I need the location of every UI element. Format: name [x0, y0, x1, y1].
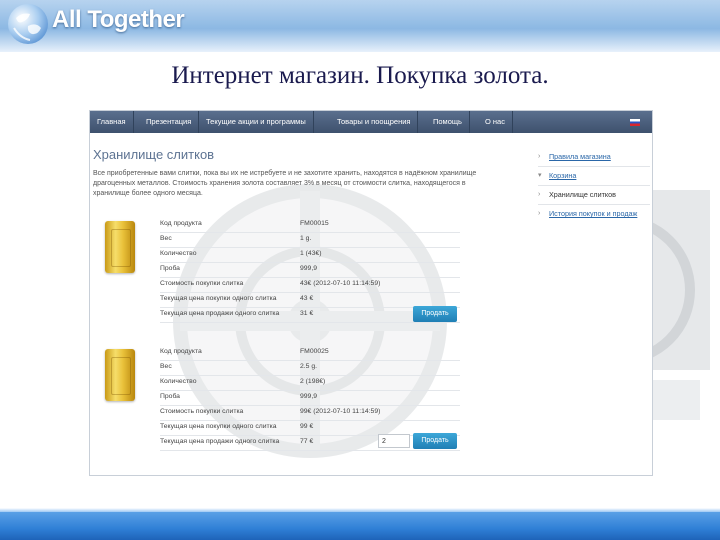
current-buy-price-label: Текущая цена покупки одного слитка	[160, 295, 277, 302]
purchase-cost-label: Стоимость покупки слитка	[160, 280, 244, 287]
intro-text: Все приобретенные вами слитки, пока вы и…	[93, 170, 477, 197]
current-sell-price-value: 77 €	[300, 438, 314, 445]
code-label: Код продукта	[160, 220, 202, 227]
slide-header: All Together	[0, 0, 720, 52]
shop-screenshot: Главная Презентация Текущие акции и прог…	[89, 110, 653, 476]
purity-label: Проба	[160, 393, 180, 400]
quantity-label: Количество	[160, 250, 197, 257]
page-heading: Хранилище слитков	[93, 147, 215, 162]
russian-flag-icon[interactable]	[630, 119, 640, 126]
current-buy-price-value: 43 €	[300, 295, 314, 302]
code-label: Код продукта	[160, 348, 202, 355]
sidebar-item-shop-rules[interactable]: › Правила магазина	[538, 149, 650, 165]
sidebar-item-history[interactable]: › История покупок и продаж	[538, 206, 650, 222]
purity-value: 999,9	[300, 393, 318, 400]
arrow-icon: ›	[538, 153, 541, 160]
sidebar-item-cart[interactable]: ▾ Корзина	[538, 168, 650, 184]
table-row: Количество 2 (198€)	[160, 376, 460, 391]
slide-title: Интернет магазин. Покупка золота.	[171, 62, 549, 89]
quantity-label: Количество	[160, 378, 197, 385]
nav-item-home[interactable]: Главная	[90, 111, 134, 133]
sidebar-item-label: История покупок и продаж	[549, 209, 638, 218]
globe-logo-icon	[8, 4, 48, 44]
sidebar-divider	[538, 204, 650, 205]
table-row: Стоимость покупки слитка 99€ (2012-07-10…	[160, 406, 460, 421]
nav-item-about[interactable]: О нас	[478, 111, 513, 133]
current-sell-price-label: Текущая цена продажи одного слитка	[160, 310, 280, 317]
quantity-input[interactable]: 2	[378, 434, 410, 448]
sidebar-item-vault[interactable]: › Хранилище слитков	[538, 187, 650, 203]
slide-footer-band	[0, 508, 720, 540]
quantity-value: 1 (43€)	[300, 250, 322, 257]
table-row: Вес 1 g.	[160, 233, 460, 248]
sidebar-item-label: Правила магазина	[549, 152, 611, 161]
table-row: Код продукта FM00025	[160, 346, 460, 361]
quantity-value: 2 (198€)	[300, 378, 326, 385]
table-row: Вес 2.5 g.	[160, 361, 460, 376]
code-value: FM00015	[300, 220, 329, 227]
current-buy-price-value: 99 €	[300, 423, 314, 430]
table-row: Стоимость покупки слитка 43€ (2012-07-10…	[160, 278, 460, 293]
gold-bar-image	[105, 221, 135, 273]
weight-value: 1 g.	[300, 235, 312, 242]
top-navigation: Главная Презентация Текущие акции и прог…	[90, 111, 652, 133]
nav-item-products[interactable]: Товары и поощрения	[330, 111, 419, 133]
logo-text: All Together	[52, 6, 185, 33]
purchase-cost-value: 43€ (2012-07-10 11:14:59)	[300, 280, 381, 287]
nav-item-help[interactable]: Помощь	[426, 111, 470, 133]
table-row: Проба 999,9	[160, 263, 460, 278]
current-sell-price-value: 31 €	[300, 310, 314, 317]
sidebar-item-label: Корзина	[549, 171, 577, 180]
code-value: FM00025	[300, 348, 329, 355]
current-sell-price-label: Текущая цена продажи одного слитка	[160, 438, 280, 445]
nav-item-promotions[interactable]: Текущие акции и программы	[199, 111, 314, 133]
sell-button[interactable]: Продать	[413, 433, 457, 449]
gold-bar-image	[105, 349, 135, 401]
purchase-cost-value: 99€ (2012-07-10 11:14:59)	[300, 408, 381, 415]
arrow-icon: ›	[538, 210, 541, 217]
cart-icon: ▾	[538, 172, 542, 179]
purity-value: 999,9	[300, 265, 318, 272]
current-buy-price-label: Текущая цена покупки одного слитка	[160, 423, 277, 430]
sidebar-divider	[538, 166, 650, 167]
weight-label: Вес	[160, 363, 172, 370]
nav-item-presentation[interactable]: Презентация	[139, 111, 200, 133]
table-row: Код продукта FM00015	[160, 218, 460, 233]
sidebar-item-label: Хранилище слитков	[549, 190, 616, 199]
purchase-cost-label: Стоимость покупки слитка	[160, 408, 244, 415]
weight-value: 2.5 g.	[300, 363, 318, 370]
table-row: Количество 1 (43€)	[160, 248, 460, 263]
sell-button[interactable]: Продать	[413, 306, 457, 322]
weight-label: Вес	[160, 235, 172, 242]
purity-label: Проба	[160, 265, 180, 272]
sidebar-divider	[538, 185, 650, 186]
arrow-icon: ›	[538, 191, 541, 198]
table-row: Проба 999,9	[160, 391, 460, 406]
